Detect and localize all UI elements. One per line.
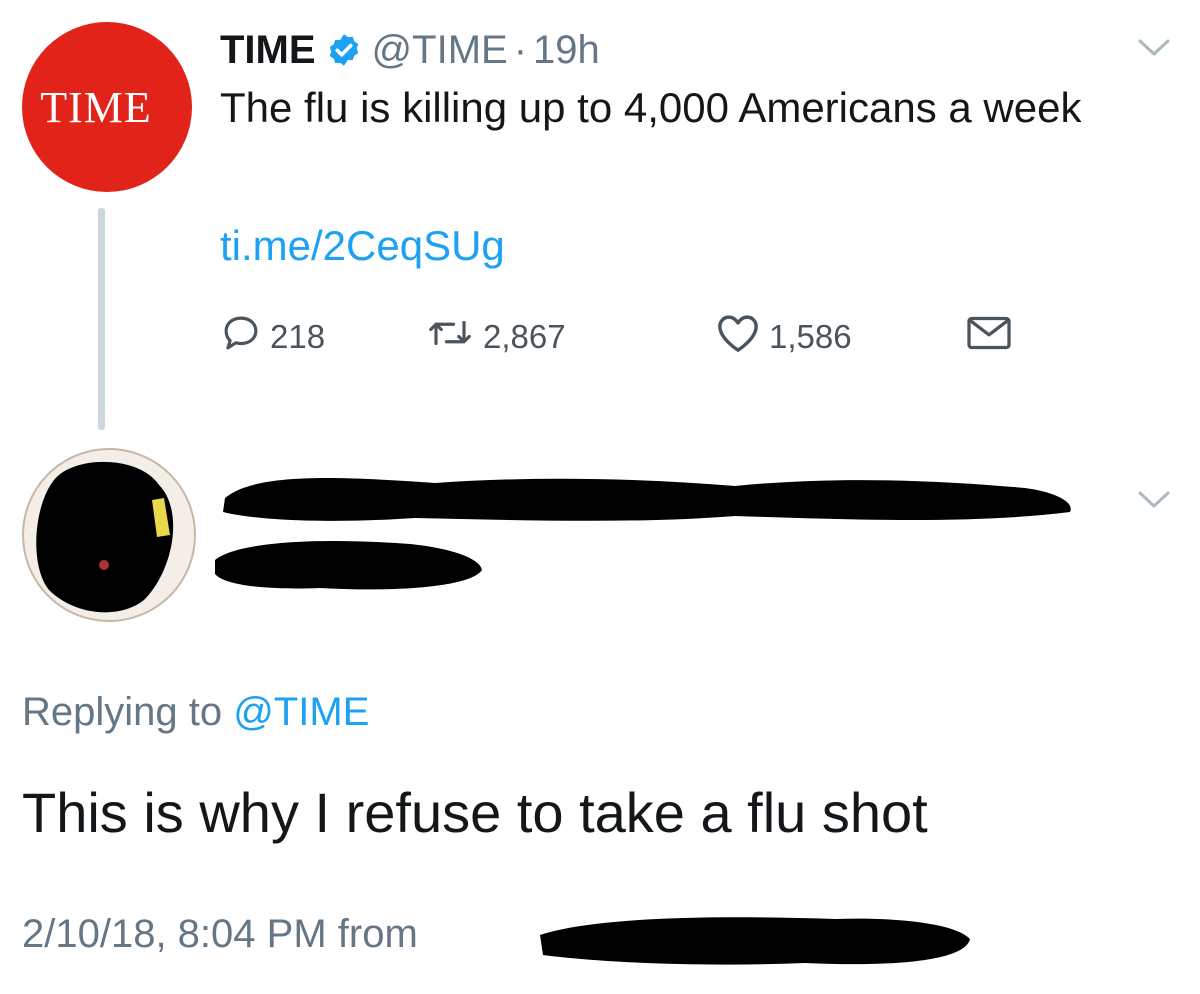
like-button[interactable]: 1,586 [715,312,965,362]
heart-icon [715,312,769,362]
tweet-page: TIME TIME @TIME · 19h The flu is killing… [0,0,1200,994]
replying-to-label: Replying to [22,690,223,734]
redacted-username [215,468,1095,533]
redacted-client-name [535,905,975,980]
reply-button[interactable]: 218 [220,312,425,362]
header-separator: · [513,27,528,72]
retweet-icon [425,312,483,362]
time-avatar-logo-text: TIME [40,82,152,132]
reply-count: 218 [270,318,326,355]
tweet-actions: 218 2,867 1,586 [220,312,1021,362]
tweet-header: TIME @TIME · 19h [220,20,600,80]
retweet-count: 2,867 [483,318,566,355]
author-name[interactable]: TIME [220,28,316,73]
chevron-down-icon[interactable] [1136,36,1172,65]
replying-to-mention[interactable]: @TIME [233,690,369,734]
redacted-user-handle [210,530,490,605]
like-count: 1,586 [769,318,852,355]
reply-timestamp: 2/10/18, 8:04 PM from [22,912,418,957]
tweet-time[interactable]: 19h [533,28,600,73]
reply-tweet-text: This is why I refuse to take a flu shot [22,781,928,844]
reply-icon [220,312,270,362]
tweet-text: The flu is killing up to 4,000 Americans… [220,84,1082,131]
chevron-down-icon[interactable] [1136,488,1172,517]
envelope-icon [965,313,1021,361]
direct-message-button[interactable] [965,313,1021,361]
replying-to-line: Replying to @TIME [22,690,369,735]
redacted-user-avatar[interactable] [22,448,196,622]
reply-timestamp-text: 2/10/18, 8:04 PM from [22,912,418,956]
author-handle[interactable]: @TIME [372,28,508,73]
time-avatar[interactable]: TIME [22,22,192,192]
verified-badge-icon [326,32,362,68]
tweet-link[interactable]: ti.me/2CeqSUg [220,218,505,273]
retweet-button[interactable]: 2,867 [425,312,715,362]
thread-connector-line [98,208,105,430]
redaction-mark-avatar [36,461,174,613]
